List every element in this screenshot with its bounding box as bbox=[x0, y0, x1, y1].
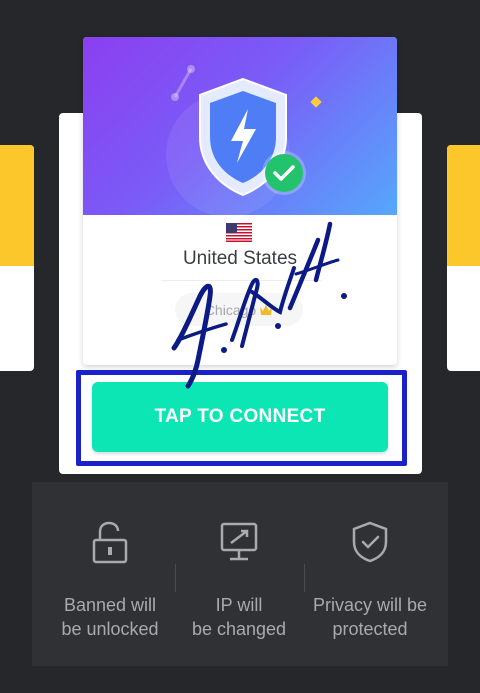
feature-unlock-line2: be unlocked bbox=[61, 619, 159, 639]
feature-privacy-line2: protected bbox=[332, 619, 408, 639]
feature-ip: IP will be changed bbox=[170, 482, 308, 666]
next-server-card[interactable] bbox=[447, 145, 480, 371]
feature-privacy: Privacy will be protected bbox=[301, 482, 439, 666]
next-server-card-banner bbox=[447, 145, 480, 266]
server-card-hero bbox=[83, 37, 397, 215]
server-card-divider bbox=[161, 280, 321, 281]
us-flag-icon bbox=[226, 223, 252, 242]
server-city-pill[interactable]: Chicago bbox=[175, 293, 303, 326]
server-card[interactable]: United States Chicago bbox=[83, 37, 397, 365]
feature-ip-line1: IP will bbox=[215, 595, 263, 615]
feature-panel: Banned will be unlocked IP will be chang… bbox=[32, 482, 448, 666]
server-city: Chicago bbox=[204, 301, 257, 318]
previous-server-card-banner bbox=[0, 145, 34, 266]
previous-server-card[interactable] bbox=[0, 145, 34, 371]
shield-check-icon bbox=[352, 521, 388, 563]
feature-privacy-line1: Privacy will be bbox=[312, 595, 428, 615]
connect-button[interactable]: TAP TO CONNECT bbox=[92, 382, 388, 452]
feature-ip-line2: be changed bbox=[191, 619, 287, 639]
monitor-ip-icon bbox=[220, 522, 258, 561]
server-country: United States bbox=[182, 248, 298, 269]
feature-unlock: Banned will be unlocked bbox=[41, 482, 179, 666]
shield-bolt-icon bbox=[166, 65, 322, 215]
unlock-icon bbox=[92, 521, 128, 564]
feature-unlock-line1: Banned will bbox=[63, 595, 157, 615]
crown-icon bbox=[260, 304, 273, 315]
